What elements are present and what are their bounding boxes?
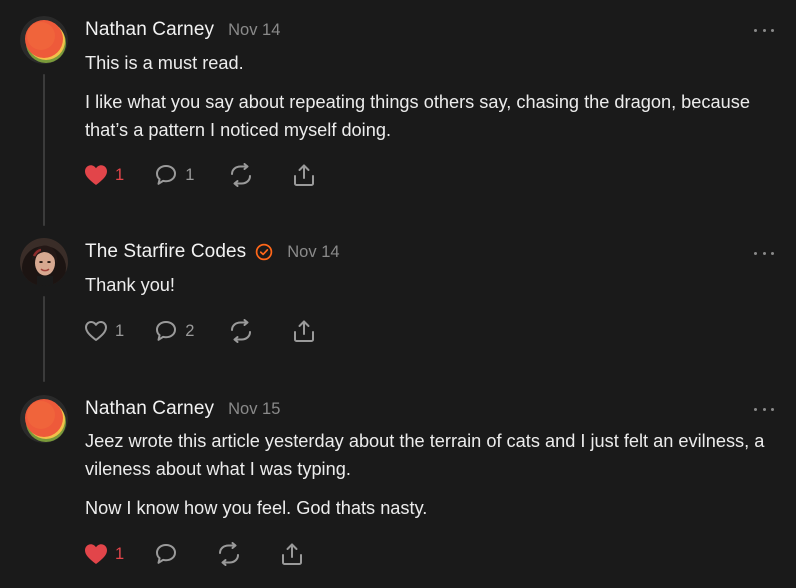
like-button[interactable]: 1 bbox=[84, 318, 124, 344]
reply-button[interactable] bbox=[154, 541, 178, 567]
share-button[interactable] bbox=[280, 541, 304, 567]
comment-date[interactable]: Nov 14 bbox=[287, 243, 339, 262]
avatar[interactable] bbox=[20, 238, 68, 286]
comment-actions: 1 2 bbox=[84, 318, 316, 344]
more-options-button[interactable] bbox=[754, 25, 774, 35]
like-count: 1 bbox=[115, 165, 125, 184]
comment-actions: 1 bbox=[84, 541, 304, 567]
like-button[interactable]: 1 bbox=[84, 162, 124, 188]
more-dots-icon bbox=[754, 407, 757, 411]
comment-body: This is a must read. I like what you say… bbox=[85, 49, 775, 155]
comment-actions: 1 1 bbox=[84, 162, 316, 188]
reply-button[interactable]: 2 bbox=[154, 318, 194, 344]
restack-icon bbox=[231, 163, 252, 187]
author-name[interactable]: Nathan Carney bbox=[85, 19, 214, 41]
heart-icon bbox=[85, 165, 107, 185]
restack-button[interactable] bbox=[228, 162, 254, 188]
heart-icon bbox=[85, 321, 107, 341]
verified-badge-icon bbox=[255, 243, 273, 261]
more-options-button[interactable] bbox=[754, 404, 774, 414]
comment-body: Thank you! bbox=[85, 271, 775, 310]
author-name[interactable]: Nathan Carney bbox=[85, 398, 214, 420]
like-button[interactable]: 1 bbox=[84, 541, 124, 567]
author-name[interactable]: The Starfire Codes bbox=[85, 241, 246, 263]
more-dots-icon bbox=[754, 28, 757, 32]
thread-line bbox=[43, 74, 45, 226]
comment-icon bbox=[156, 544, 177, 564]
restack-icon bbox=[231, 319, 252, 343]
comment-body: Jeez wrote this article yesterday about … bbox=[85, 427, 775, 533]
share-icon bbox=[294, 164, 315, 186]
avatar[interactable] bbox=[20, 16, 68, 64]
comment-meta: Nathan Carney Nov 15 bbox=[85, 396, 280, 422]
more-dots-icon bbox=[754, 251, 757, 255]
avatar[interactable] bbox=[20, 395, 68, 443]
comment-paragraph: Thank you! bbox=[85, 275, 175, 295]
comment-paragraph: I like what you say about repeating thin… bbox=[85, 92, 750, 140]
comment-date[interactable]: Nov 15 bbox=[228, 400, 280, 419]
reply-button[interactable]: 1 bbox=[154, 162, 194, 188]
reply-count: 1 bbox=[185, 165, 195, 184]
more-options-button[interactable] bbox=[754, 248, 774, 258]
share-button[interactable] bbox=[292, 162, 316, 188]
like-count: 1 bbox=[115, 321, 125, 340]
comment-paragraph: This is a must read. bbox=[85, 53, 244, 73]
share-icon bbox=[294, 320, 315, 342]
comment-meta: Nathan Carney Nov 14 bbox=[85, 17, 280, 43]
reply-count: 2 bbox=[185, 321, 195, 340]
comment-paragraph: Now I know how you feel. God thats nasty… bbox=[85, 498, 428, 518]
share-icon bbox=[282, 543, 303, 565]
restack-button[interactable] bbox=[216, 541, 242, 567]
share-button[interactable] bbox=[292, 318, 316, 344]
comment-paragraph: Jeez wrote this article yesterday about … bbox=[85, 431, 765, 479]
thread-line bbox=[43, 296, 45, 382]
heart-icon bbox=[85, 544, 107, 564]
comment-date[interactable]: Nov 14 bbox=[228, 21, 280, 40]
comment-icon bbox=[156, 165, 177, 185]
restack-icon bbox=[219, 542, 240, 566]
like-count: 1 bbox=[115, 544, 125, 563]
comment-icon bbox=[156, 321, 177, 341]
restack-button[interactable] bbox=[228, 318, 254, 344]
comment-meta: The Starfire Codes Nov 14 bbox=[85, 239, 340, 265]
